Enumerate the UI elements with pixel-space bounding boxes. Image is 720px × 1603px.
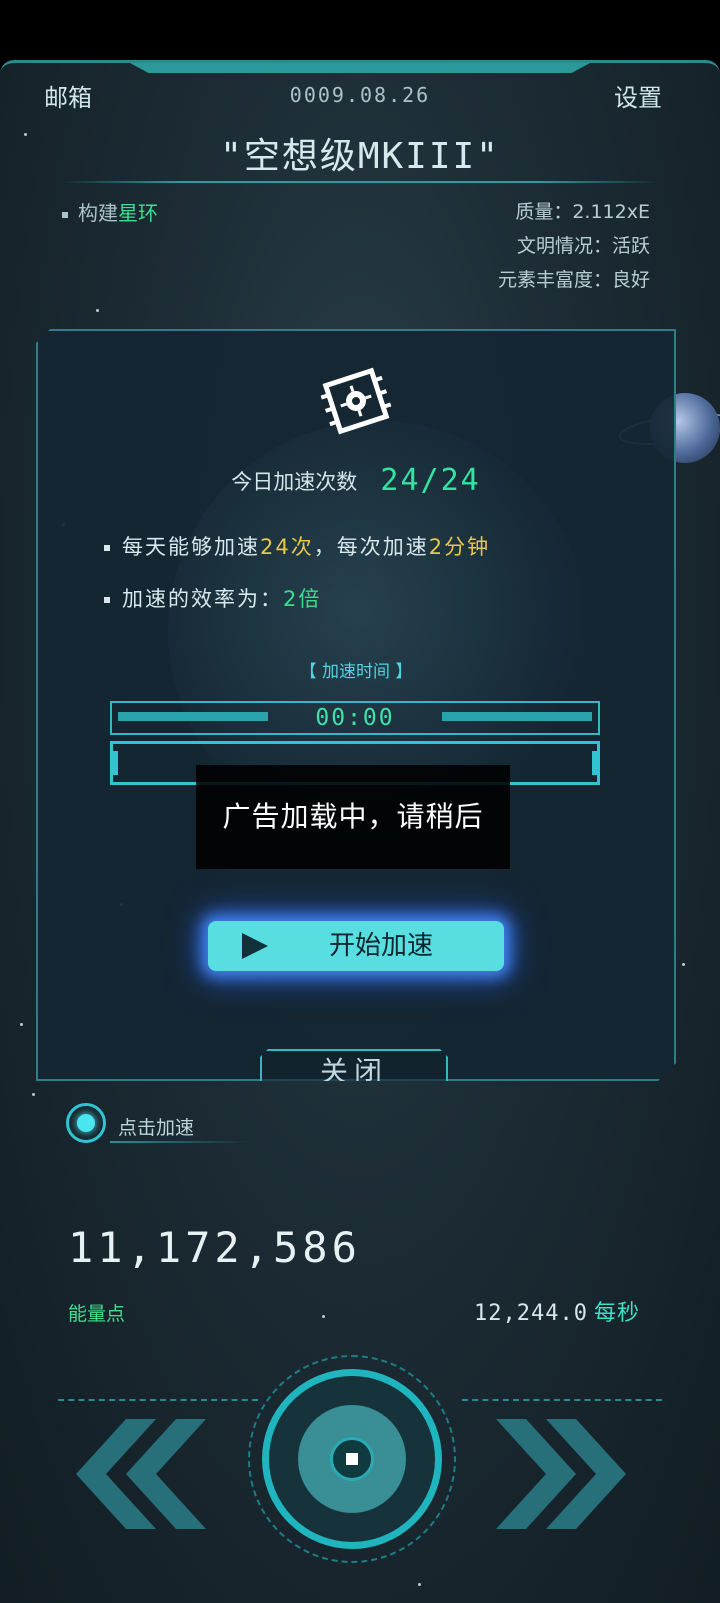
click-accelerate-button[interactable]: 点击加速 [66,1103,250,1147]
energy-points-value: 11,172,586 [68,1223,361,1272]
title-divider [60,181,660,183]
info-line-2: 加速的效率为：2倍 [104,583,321,613]
star [96,309,99,312]
accelerate-dialog: 今日加速次数 24/24 每天能够加速24次，每次加速2分钟 加速的效率为：2倍… [36,329,676,1081]
double-chevron-left-icon[interactable] [66,1419,206,1529]
civilization-stat: 文明情况：活跃 [516,235,650,257]
frame-top-decoration [130,63,590,73]
element-abundance-stat: 元素丰富度：良好 [497,269,650,291]
ad-loading-toast: 广告加载中，请稍后 [196,765,510,869]
info1-mid: ，每次加速 [313,535,429,559]
start-accelerate-label: 开始加速 [328,931,433,961]
daily-count-value: 24/24 [380,463,481,498]
main-core-square-icon [346,1453,358,1465]
star [682,963,685,966]
info1-times: 24次 [260,535,314,559]
star [32,1093,35,1096]
daily-count-row: 今日加速次数 24/24 [38,463,674,498]
close-button[interactable]: 关闭 [260,1049,448,1095]
timer-cap-right [592,751,598,775]
info1-duration: 2分钟 [428,535,491,559]
timer-cap-left [112,751,118,775]
build-ring-link[interactable]: 构建星环 [62,197,158,226]
star [322,1315,325,1318]
energy-points-label: 能量点 [68,1303,126,1325]
start-accelerate-button[interactable]: 开始加速 [208,921,504,971]
energy-rate-value: 12,244.0 [474,1301,588,1326]
bullet-icon [104,597,110,603]
bullet-icon [62,211,68,218]
play-icon [242,933,268,959]
build-prefix: 构建 [78,201,118,225]
bottom-divider-left [58,1399,258,1401]
click-accelerate-label: 点击加速 [118,1117,195,1139]
bullet-icon [104,545,110,551]
star [418,1583,421,1586]
planet-title: "空想级MKIII" [220,136,500,177]
mass-stat: 质量：2.112xE [515,201,650,223]
build-highlight: 星环 [118,201,158,225]
game-screen: 邮箱 0009.08.26 设置 "空想级MKIII" 构建星环 质量：2.11… [0,60,720,1603]
daily-count-label: 今日加速次数 [231,469,358,494]
target-core-icon [77,1114,95,1132]
info1-prefix: 每天能够加速 [122,535,260,559]
accelerate-time-title: 【 加速时间 】 [299,662,413,682]
double-chevron-right-icon[interactable] [496,1419,636,1529]
chip-gear-icon [316,361,396,441]
bottom-divider-right [462,1399,662,1401]
info2-prefix: 加速的效率为： [122,587,283,611]
planet-stats: 质量：2.112xE 文明情况：活跃 元素丰富度：良好 [498,195,650,297]
click-accelerate-underline [110,1141,250,1143]
star [20,1023,23,1026]
settings-button[interactable]: 设置 [614,78,662,113]
info-line-1: 每天能够加速24次，每次加速2分钟 [104,531,490,561]
timer-value: 00:00 [315,705,395,731]
energy-rate-unit: 每秒 [593,1301,640,1326]
energy-rate: 12,244.0 每秒 [474,1295,640,1327]
info2-value: 2倍 [283,587,322,611]
game-date: 0009.08.26 [289,83,431,107]
